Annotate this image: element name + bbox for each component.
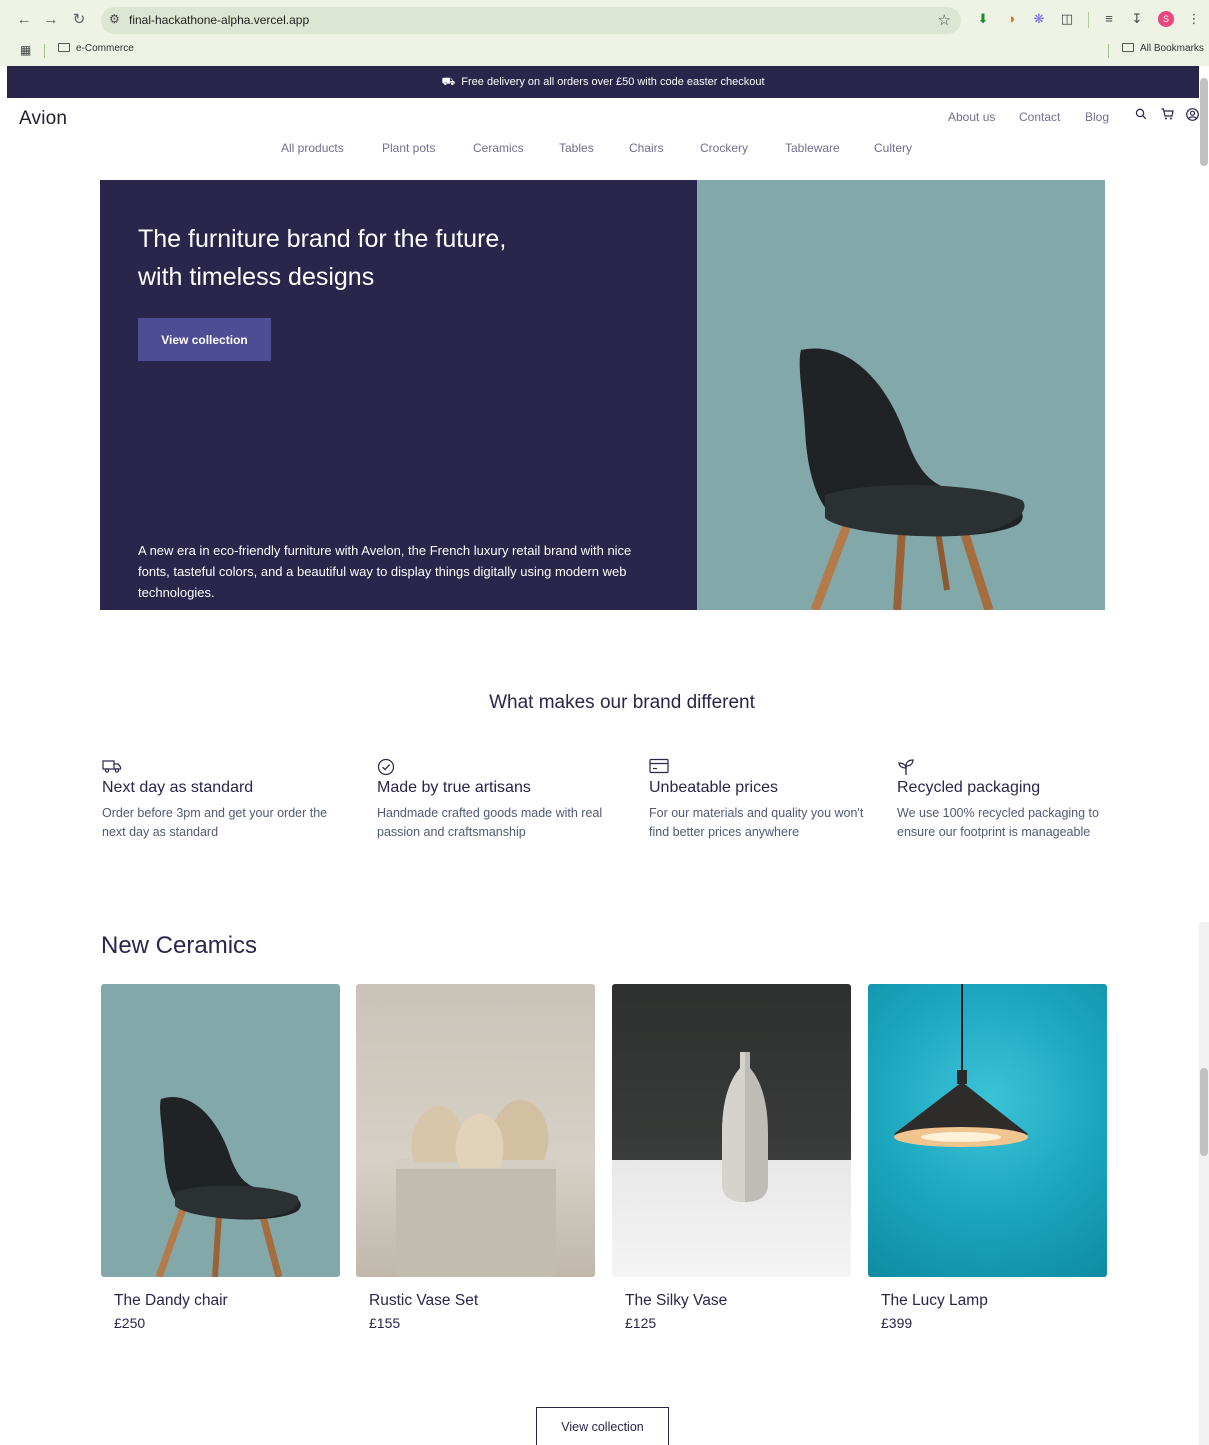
feature-next-day: Next day as standard Order before 3pm an… xyxy=(102,758,332,842)
vase-set-thumbnail xyxy=(396,1100,556,1277)
address-bar[interactable]: ⚙ final-hackathone-alpha.vercel.app ☆ xyxy=(101,7,961,34)
reading-list-icon[interactable]: ≡ xyxy=(1100,10,1118,28)
bookmark-label: e-Commerce xyxy=(76,43,134,54)
category-chairs[interactable]: Chairs xyxy=(629,141,664,155)
product-card[interactable]: The Lucy Lamp £399 xyxy=(868,984,1107,1331)
cart-icon[interactable] xyxy=(1159,108,1175,124)
delivery-truck-icon: ⛟ xyxy=(441,76,456,88)
product-image-vases[interactable] xyxy=(356,984,595,1277)
toolbar-separator xyxy=(1088,12,1089,28)
extension-flower-icon[interactable]: ❋ xyxy=(1030,10,1048,28)
folder-icon xyxy=(1122,43,1134,52)
feature-packaging: Recycled packaging We use 100% recycled … xyxy=(897,758,1127,842)
bookmark-star-icon[interactable]: ☆ xyxy=(938,11,951,29)
product-image-lamp[interactable] xyxy=(868,984,1107,1277)
products-heading: New Ceramics xyxy=(101,932,258,959)
products-view-collection-button[interactable]: View collection xyxy=(536,1407,669,1445)
bookmark-e-commerce[interactable]: e-Commerce xyxy=(58,43,134,54)
category-cultery[interactable]: Cultery xyxy=(874,141,912,155)
nav-blog[interactable]: Blog xyxy=(1085,110,1109,124)
browser-menu-icon[interactable]: ⋮ xyxy=(1185,10,1203,28)
feature-title: Next day as standard xyxy=(102,779,254,796)
product-name[interactable]: The Silky Vase xyxy=(625,1292,851,1310)
chair-thumbnail xyxy=(155,1097,301,1277)
feature-text: For our materials and quality you won't … xyxy=(649,806,864,839)
all-bookmarks[interactable]: All Bookmarks xyxy=(1122,43,1204,54)
extension-icon[interactable]: ◑ xyxy=(1002,10,1020,28)
hero-title: The furniture brand for the future, with… xyxy=(138,225,507,291)
bookmarks-bar: ▦ e-Commerce All Bookmarks xyxy=(0,40,1209,62)
promo-text: Free delivery on all orders over £50 wit… xyxy=(461,76,765,88)
category-crockery[interactable]: Crockery xyxy=(700,141,748,155)
chair-illustration xyxy=(799,348,1025,610)
bookmarks-separator-right xyxy=(1108,44,1109,58)
category-tables[interactable]: Tables xyxy=(559,141,594,155)
feature-text: We use 100% recycled packaging to ensure… xyxy=(897,806,1099,839)
back-arrow-icon[interactable]: ← xyxy=(14,10,34,30)
browser-toolbar: ← → ↻ ⚙ final-hackathone-alpha.vercel.ap… xyxy=(0,0,1209,40)
hero-panel: The furniture brand for the future, with… xyxy=(100,180,697,610)
product-name[interactable]: The Dandy chair xyxy=(114,1292,340,1310)
feature-title: Recycled packaging xyxy=(897,779,1041,796)
user-account-icon[interactable] xyxy=(1184,108,1199,124)
hero-view-collection-button[interactable]: View collection xyxy=(138,318,271,361)
reload-icon[interactable]: ↻ xyxy=(69,10,89,30)
downloads-icon[interactable]: ↧ xyxy=(1128,10,1146,28)
product-price: £250 xyxy=(114,1315,146,1331)
product-price: £155 xyxy=(369,1315,401,1331)
delivery-truck-icon xyxy=(102,758,122,778)
product-card[interactable]: The Dandy chair £250 xyxy=(101,984,340,1331)
site-logo[interactable]: Avion xyxy=(19,108,67,130)
all-bookmarks-label: All Bookmarks xyxy=(1140,43,1204,54)
folder-icon xyxy=(58,43,70,52)
product-price: £399 xyxy=(881,1315,913,1331)
nav-contact[interactable]: Contact xyxy=(1019,110,1060,124)
secondary-scrollbar-thumb[interactable] xyxy=(1200,1068,1208,1156)
silky-vase-thumbnail xyxy=(722,1052,768,1202)
product-image-silky-vase[interactable] xyxy=(612,984,851,1277)
secondary-scrollbar-track[interactable] xyxy=(1199,922,1209,1445)
hero-description: A new era in eco-friendly furniture with… xyxy=(138,543,632,600)
search-icon[interactable] xyxy=(1133,108,1149,124)
hero-image-chair xyxy=(697,180,1105,610)
category-all-products[interactable]: All products xyxy=(281,141,344,155)
category-plant-pots[interactable]: Plant pots xyxy=(382,141,435,155)
extensions-puzzle-icon[interactable]: ◫ xyxy=(1058,10,1076,28)
feature-text: Order before 3pm and get your order the … xyxy=(102,806,328,839)
promo-banner: ⛟ Free delivery on all orders over £50 wi… xyxy=(7,66,1199,98)
site-info-icon[interactable]: ⚙ xyxy=(109,12,120,26)
product-image-chair[interactable] xyxy=(101,984,340,1277)
product-name[interactable]: Rustic Vase Set xyxy=(369,1292,595,1310)
feature-title: Unbeatable prices xyxy=(649,779,778,796)
address-url: final-hackathone-alpha.vercel.app xyxy=(129,13,310,27)
forward-arrow-icon[interactable]: → xyxy=(41,10,61,30)
feature-title: Made by true artisans xyxy=(377,779,531,796)
feature-prices: Unbeatable prices For our materials and … xyxy=(649,758,879,842)
scrollbar-thumb[interactable] xyxy=(1200,78,1208,166)
feature-artisans: Made by true artisans Handmade crafted g… xyxy=(377,758,607,842)
feature-text: Handmade crafted goods made with real pa… xyxy=(377,806,603,839)
brand-section-title: What makes our brand different xyxy=(489,692,755,713)
download-extension-icon[interactable]: ⬇ xyxy=(974,10,992,28)
browser-chrome: ← → ↻ ⚙ final-hackathone-alpha.vercel.ap… xyxy=(0,0,1209,66)
category-ceramics[interactable]: Ceramics xyxy=(473,141,524,155)
page-viewport: ⛟ Free delivery on all orders over £50 wi… xyxy=(7,66,1199,1445)
product-card[interactable]: The Silky Vase £125 xyxy=(612,984,851,1331)
profile-avatar[interactable]: S xyxy=(1158,11,1174,27)
product-price: £125 xyxy=(625,1315,657,1331)
check-circle-icon xyxy=(377,758,397,778)
nav-about-us[interactable]: About us xyxy=(948,110,995,124)
product-name[interactable]: The Lucy Lamp xyxy=(881,1292,1107,1310)
product-card[interactable]: Rustic Vase Set £155 xyxy=(356,984,595,1331)
credit-card-icon xyxy=(649,758,669,778)
sprout-icon xyxy=(897,758,917,778)
lamp-thumbnail xyxy=(894,984,1028,1147)
category-tableware[interactable]: Tableware xyxy=(785,141,840,155)
bookmarks-separator xyxy=(44,44,45,58)
apps-grid-icon[interactable]: ▦ xyxy=(20,43,31,57)
